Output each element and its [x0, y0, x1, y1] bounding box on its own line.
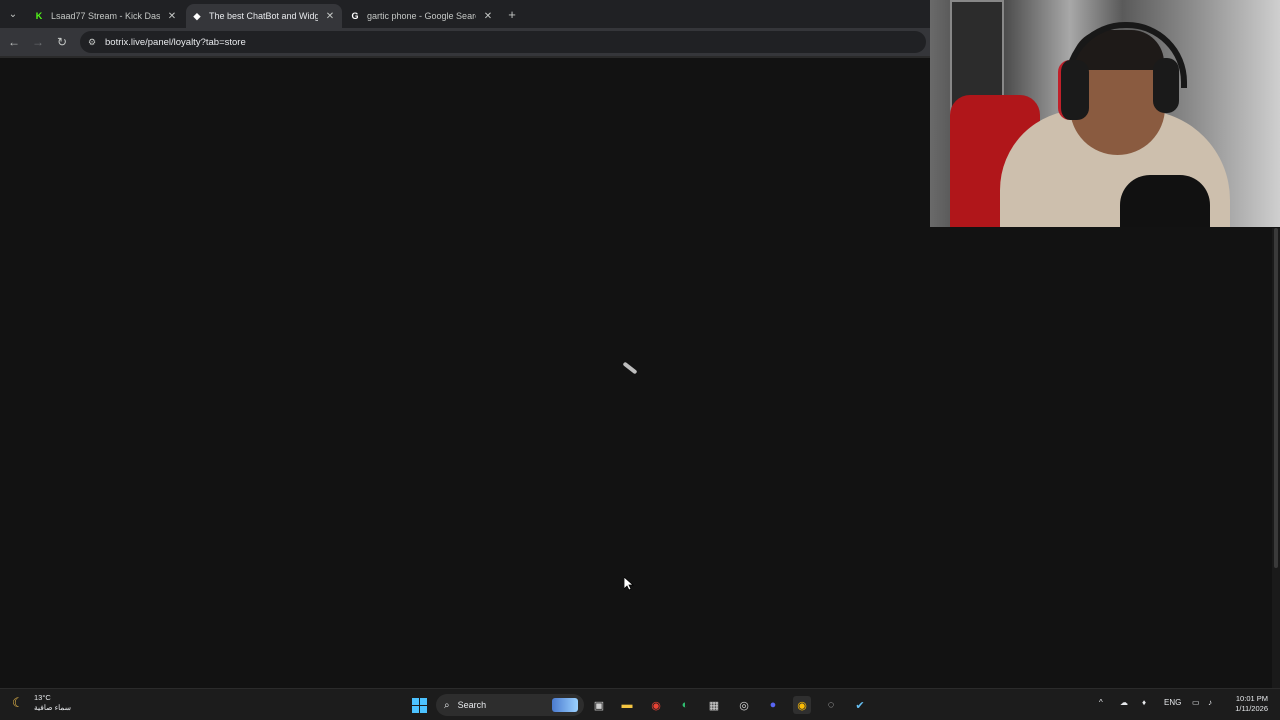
microphone	[1120, 175, 1210, 227]
moon-icon: ☾	[12, 695, 24, 710]
botrix-icon: ◆	[193, 10, 201, 21]
obs-icon[interactable]: ◌	[822, 696, 840, 714]
chrome-profile-icon[interactable]: ◉	[793, 696, 811, 714]
file-explorer-icon[interactable]: ▬	[618, 696, 636, 714]
site-info-icon[interactable]: ⚙	[88, 37, 100, 48]
browser-toolbar: ← → ↻ ⚙ botrix.live/panel/loyalty?tab=st…	[0, 28, 930, 56]
back-button[interactable]: ←	[6, 34, 22, 50]
microsoft-store-icon[interactable]: ▦	[705, 696, 723, 714]
close-icon[interactable]: ✕	[166, 11, 178, 22]
microphone-icon[interactable]: ♦	[1142, 698, 1146, 707]
clock-date: 1/11/2026	[1235, 704, 1268, 713]
weather-widget[interactable]: ☾ 13°C سماء صافية	[12, 693, 71, 713]
url-text: botrix.live/panel/loyalty?tab=store	[105, 36, 246, 48]
tab-botrix[interactable]: ◆ The best ChatBot and Widgets ✕	[186, 4, 342, 28]
webcam-overlay	[930, 0, 1280, 227]
network-icon[interactable]: ▭	[1192, 698, 1200, 707]
close-icon[interactable]: ✕	[482, 11, 494, 22]
search-highlight-image	[552, 698, 578, 712]
address-bar[interactable]: ⚙ botrix.live/panel/loyalty?tab=store	[80, 31, 926, 53]
weather-condition: سماء صافية	[34, 703, 72, 712]
new-tab-button[interactable]: +	[504, 6, 520, 22]
chrome-icon[interactable]: ◉	[647, 696, 665, 714]
mouse-cursor-icon	[624, 577, 634, 591]
headphone-left	[1058, 60, 1089, 120]
system-clock[interactable]: 10:01 PM 1/11/2026	[1226, 694, 1268, 714]
weather-temp: 13°C	[34, 693, 51, 702]
app-icon[interactable]: ◎	[735, 696, 753, 714]
clock-time: 10:01 PM	[1235, 694, 1268, 703]
tab-google-search[interactable]: G gartic phone - Google Search ✕	[344, 4, 500, 28]
steam-icon[interactable]: ✔	[851, 696, 869, 714]
discord-icon[interactable]: ●	[764, 696, 782, 714]
tab-title: gartic phone - Google Search	[367, 11, 476, 21]
task-view-icon[interactable]: ▣	[590, 696, 608, 714]
tray-overflow-icon[interactable]: ^	[1099, 698, 1103, 707]
search-label: Search	[457, 700, 487, 710]
headphone-right	[1153, 58, 1179, 113]
taskbar-search[interactable]: ⌕ Search	[436, 694, 584, 716]
reload-button[interactable]: ↻	[54, 34, 70, 50]
tab-title: Lsaad77 Stream - Kick Dashboard	[51, 11, 160, 21]
close-icon[interactable]: ✕	[324, 11, 336, 22]
tab-kick-dashboard[interactable]: K Lsaad77 Stream - Kick Dashboard ✕	[28, 4, 184, 28]
page-scrollbar[interactable]	[1272, 228, 1280, 688]
google-icon: G	[351, 11, 359, 21]
browser-tab-strip: ⌄ K Lsaad77 Stream - Kick Dashboard ✕ ◆ …	[0, 0, 930, 28]
scrollbar-thumb[interactable]	[1274, 228, 1278, 568]
edge-icon[interactable]: ◐	[676, 696, 694, 714]
windows-start-icon[interactable]	[410, 696, 428, 714]
tab-search-button[interactable]: ⌄	[4, 5, 22, 23]
forward-button[interactable]: →	[30, 34, 46, 50]
search-icon: ⌕	[444, 699, 450, 711]
tab-title: The best ChatBot and Widgets	[209, 11, 318, 21]
windows-taskbar: ☾ 13°C سماء صافية ⌕ Search ▣ ▬ ◉ ◐ ▦ ◎ ●…	[0, 688, 1280, 720]
kick-icon: K	[35, 11, 43, 21]
volume-icon[interactable]: ♪	[1208, 698, 1212, 707]
language-indicator[interactable]: ENG	[1164, 698, 1181, 707]
onedrive-icon[interactable]: ☁	[1120, 698, 1128, 707]
